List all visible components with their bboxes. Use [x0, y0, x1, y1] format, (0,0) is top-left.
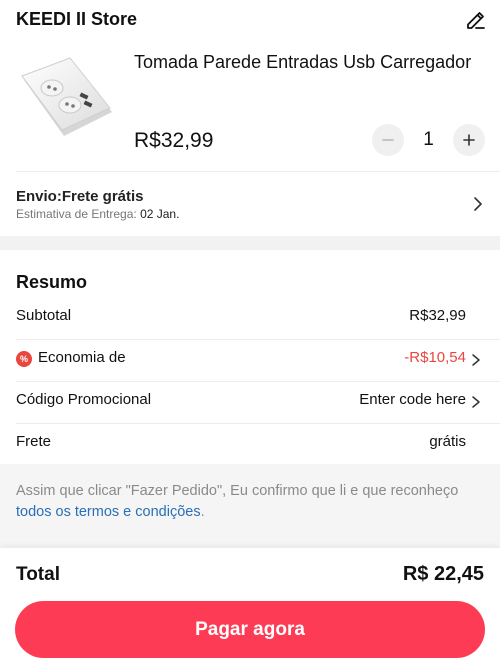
store-name[interactable]: KEEDI II Store — [16, 9, 137, 30]
subtotal-value: R$32,99 — [409, 307, 466, 324]
terms-notice-end: . — [200, 504, 205, 520]
delivery-estimate-label: Estimativa de Entrega: — [16, 207, 137, 221]
store-header: KEEDI II Store — [0, 0, 500, 40]
terms-notice-text: Assim que clicar "Fazer Pedido", Eu conf… — [16, 481, 476, 523]
terms-notice-body: Assim que clicar "Fazer Pedido", Eu conf… — [16, 483, 459, 499]
shipping-cost-label: Frete — [16, 433, 52, 450]
quantity-value: 1 — [423, 129, 434, 150]
subtotal-row: Subtotal R$32,99 — [0, 297, 500, 339]
pencil-edit-icon[interactable] — [464, 8, 488, 32]
minus-icon — [382, 139, 394, 141]
summary-title: Resumo — [16, 272, 88, 292]
pay-now-button[interactable]: Pagar agora — [15, 601, 485, 658]
terms-notice: Assim que clicar "Fazer Pedido", Eu conf… — [0, 464, 500, 548]
economy-label: Economia de — [38, 349, 126, 366]
promo-code-label: Código Promocional — [16, 391, 152, 408]
terms-link[interactable]: todos os termos e condições — [16, 504, 201, 520]
quantity-decrease-button[interactable] — [372, 124, 404, 156]
shipping-cost-row: Frete grátis — [0, 423, 500, 465]
chevron-right-icon — [472, 396, 480, 408]
economy-value: -R$10,54 — [404, 349, 466, 366]
shipping-option-row[interactable]: Envio:Frete grátis Estimativa de Entrega… — [0, 172, 500, 236]
total-value: R$ 22,45 — [402, 563, 484, 585]
economy-row[interactable]: % Economia de -R$10,54 — [0, 339, 500, 381]
quantity-increase-button[interactable] — [453, 124, 485, 156]
checkout-bar: Total R$ 22,45 Pagar agora — [0, 548, 500, 669]
plus-icon — [463, 134, 475, 146]
delivery-estimate-date: 02 Jan. — [140, 207, 180, 221]
promo-code-input[interactable]: Enter code here — [359, 391, 466, 408]
product-image[interactable] — [14, 50, 118, 154]
chevron-right-icon — [474, 197, 482, 211]
discount-badge-icon: % — [16, 351, 32, 367]
product-title[interactable]: Tomada Parede Entradas Usb Carregador — [134, 52, 484, 73]
chevron-right-icon — [472, 354, 480, 366]
total-label: Total — [16, 564, 60, 585]
delivery-estimate: Estimativa de Entrega: 02 Jan. — [16, 207, 179, 221]
shipping-cost-value: grátis — [429, 433, 466, 450]
shipping-title: Envio:Frete grátis — [16, 188, 144, 205]
section-separator — [0, 236, 500, 250]
product-price: R$32,99 — [134, 129, 214, 152]
cart-product: Tomada Parede Entradas Usb Carregador R$… — [0, 40, 500, 170]
promo-code-row[interactable]: Código Promocional Enter code here — [0, 381, 500, 423]
subtotal-label: Subtotal — [16, 307, 72, 324]
